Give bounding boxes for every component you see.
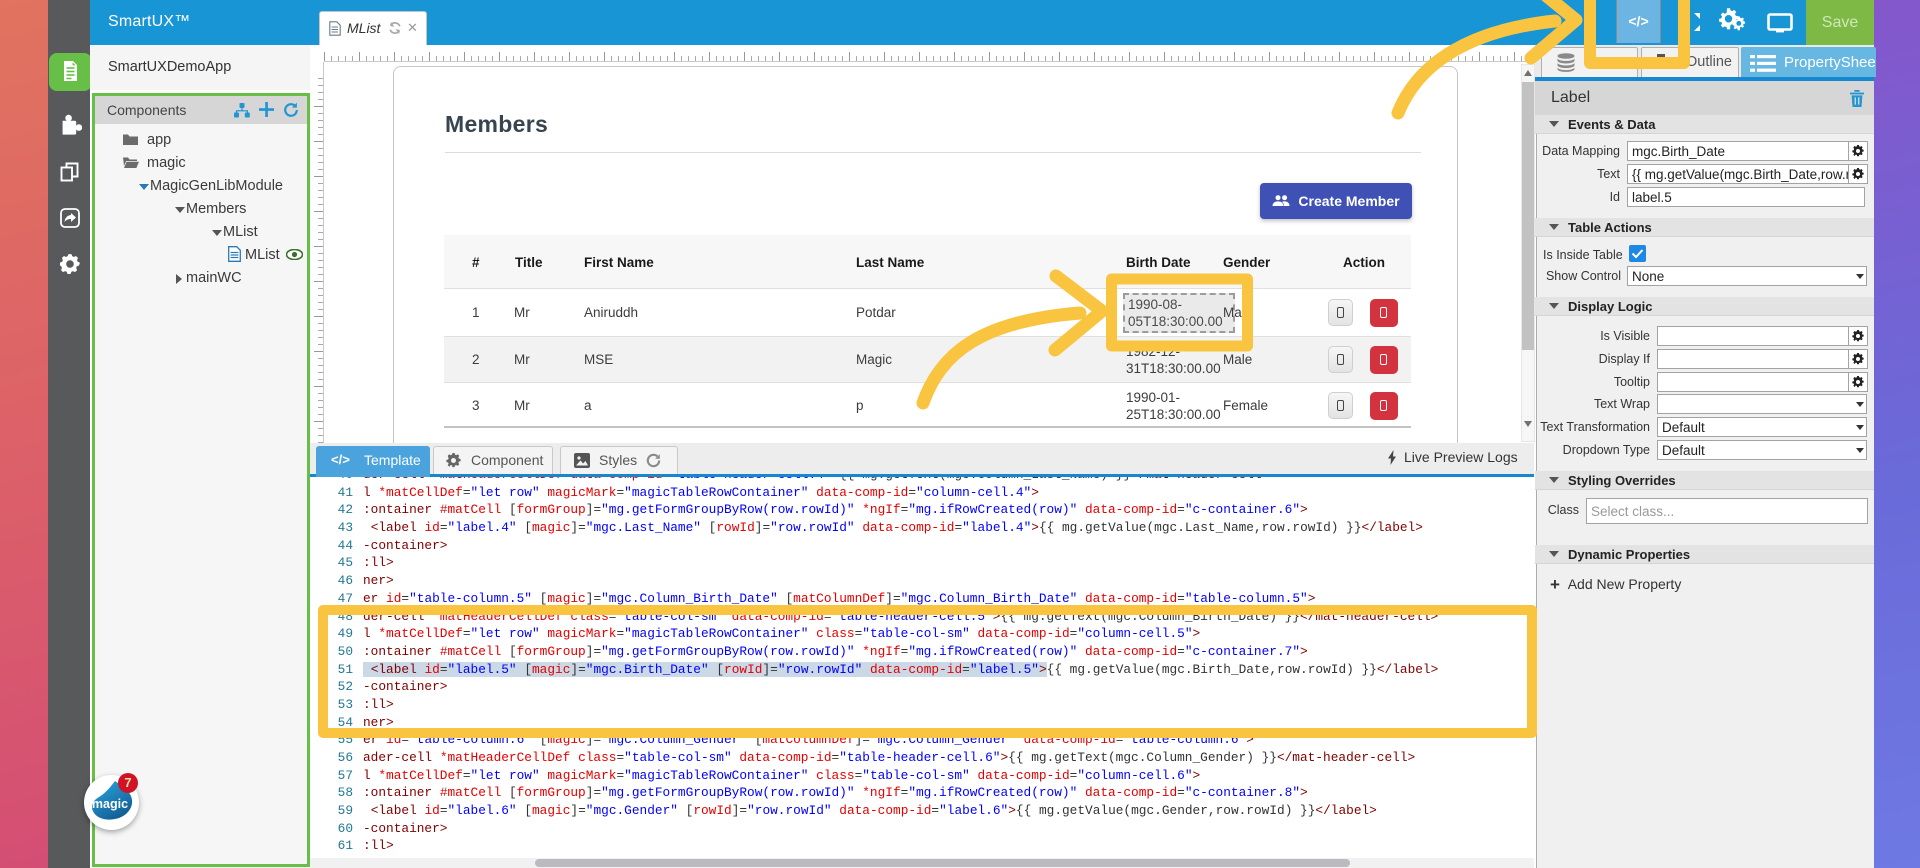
svg-text:magic: magic <box>92 797 128 811</box>
